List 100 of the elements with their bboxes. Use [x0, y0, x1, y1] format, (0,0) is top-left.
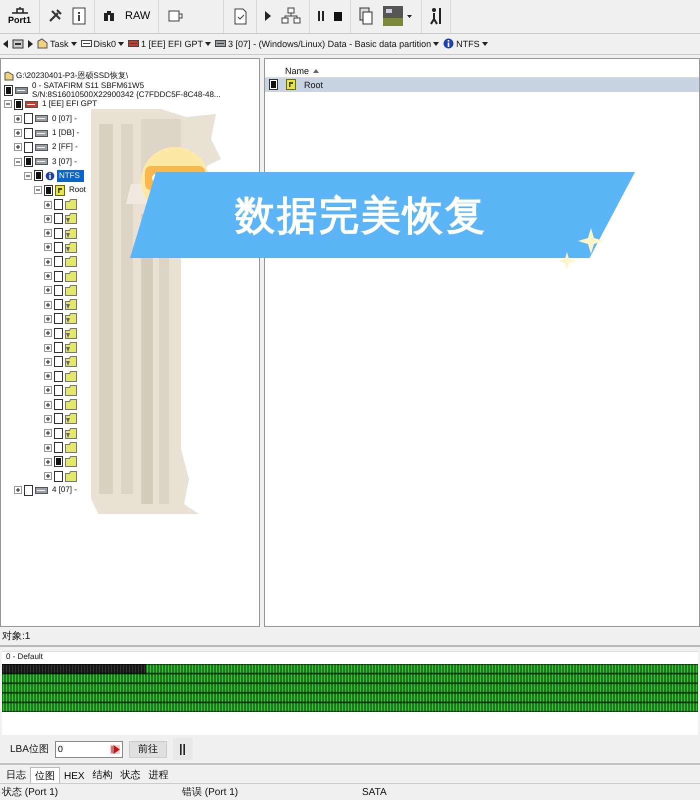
checkbox[interactable] — [14, 98, 23, 110]
expander-icon[interactable] — [44, 414, 52, 423]
checkbox[interactable] — [269, 79, 278, 90]
stop-icon[interactable] — [334, 12, 342, 21]
raw-button[interactable]: RAW — [125, 10, 150, 22]
tree-item[interactable]: 1 [DB] - — [50, 127, 82, 140]
checkbox[interactable] — [34, 170, 43, 182]
drive-icon[interactable] — [12, 38, 24, 50]
tab[interactable]: 进程 — [144, 767, 173, 783]
exit-icon[interactable] — [430, 7, 442, 26]
checkbox[interactable] — [24, 142, 33, 153]
expander-icon[interactable] — [44, 429, 52, 438]
checkbox[interactable] — [54, 356, 63, 368]
expander-icon[interactable] — [24, 172, 32, 180]
expander-icon[interactable] — [44, 300, 52, 309]
forward-icon[interactable] — [28, 40, 33, 48]
checkbox[interactable] — [44, 184, 53, 196]
checkbox[interactable] — [54, 428, 63, 439]
pause-button[interactable] — [172, 738, 193, 760]
breadcrumb-item[interactable]: Disk0 — [80, 38, 124, 49]
back-icon[interactable] — [3, 40, 8, 48]
tree-item[interactable]: 1 [EE] EFI GPT — [40, 98, 100, 110]
file-row[interactable]: Root — [265, 78, 699, 92]
image-dropdown-icon[interactable] — [383, 6, 414, 26]
expander-icon[interactable] — [34, 186, 42, 194]
expander-icon[interactable] — [44, 400, 52, 409]
checkbox[interactable] — [54, 456, 63, 468]
checkbox[interactable] — [4, 84, 13, 96]
checkbox[interactable] — [24, 156, 33, 168]
binoculars-icon[interactable] — [103, 10, 116, 22]
checkbox[interactable] — [54, 370, 63, 382]
expander-icon[interactable] — [44, 372, 52, 380]
pause-icon[interactable] — [318, 11, 324, 22]
column-header[interactable]: Name — [285, 66, 320, 76]
expander-icon[interactable] — [44, 258, 52, 266]
expander-icon[interactable] — [44, 200, 52, 209]
checkbox[interactable] — [54, 413, 63, 424]
tree-item[interactable]: Root — [67, 184, 88, 196]
checkbox[interactable] — [54, 242, 63, 253]
document-icon[interactable] — [72, 7, 86, 26]
expander-icon[interactable] — [44, 272, 52, 280]
checkbox[interactable] — [54, 313, 63, 324]
play-icon[interactable] — [265, 11, 272, 22]
tab[interactable]: 状态 — [116, 767, 145, 783]
expander-icon[interactable] — [44, 386, 52, 394]
checkbox[interactable] — [54, 213, 63, 224]
expander-icon[interactable] — [14, 114, 22, 123]
checkbox[interactable] — [54, 299, 63, 310]
expander-icon[interactable] — [44, 229, 52, 238]
tree-item[interactable]: NTFS — [57, 170, 84, 182]
breadcrumb-item[interactable]: NTFS — [443, 38, 488, 50]
expander-icon[interactable] — [44, 358, 52, 366]
tab[interactable]: HEX — [60, 770, 89, 783]
expander-icon[interactable] — [44, 243, 52, 252]
checkbox[interactable] — [54, 199, 63, 210]
breadcrumb-item[interactable]: Task — [37, 38, 77, 50]
tab[interactable]: 位图 — [30, 767, 60, 783]
expander-icon[interactable] — [4, 100, 12, 108]
checkbox[interactable] — [54, 384, 63, 396]
tree-item[interactable]: 2 [FF] - — [50, 141, 80, 154]
tab[interactable]: 结构 — [88, 767, 117, 783]
expander-icon[interactable] — [14, 129, 22, 138]
cup-icon[interactable] — [167, 8, 184, 24]
tab[interactable]: 日志 — [2, 767, 30, 783]
checkbox[interactable] — [54, 442, 63, 454]
checkbox[interactable] — [54, 328, 63, 339]
checkbox[interactable] — [24, 484, 33, 496]
copy-icon[interactable] — [359, 7, 374, 26]
tree-item[interactable]: 3 [07] - — [50, 156, 79, 168]
expander-icon[interactable] — [44, 444, 52, 452]
expander-icon[interactable] — [14, 486, 22, 494]
expander-icon[interactable] — [14, 143, 22, 152]
expander-icon[interactable] — [14, 158, 22, 166]
lba-field[interactable]: 0 — [54, 740, 123, 758]
checkbox[interactable] — [54, 270, 63, 282]
expander-icon[interactable] — [44, 329, 52, 338]
tree-item[interactable]: 4 [07] - — [50, 484, 79, 496]
breadcrumb-item[interactable]: 3 [07] - (Windows/Linux) Data - Basic data partition — [215, 38, 440, 49]
breadcrumb-item[interactable]: 1 [EE] EFI GPT — [128, 38, 212, 49]
checkbox[interactable] — [54, 228, 63, 239]
checkbox[interactable] — [24, 113, 33, 124]
clipboard-icon[interactable] — [232, 7, 248, 26]
tree-item[interactable]: 0 - SATAFIRM S11 SBFM61W5 S/N:8S16010500X22900342 {C7FDDC5F-8C48-48... — [30, 81, 249, 100]
network-icon[interactable] — [281, 7, 302, 26]
expander-icon[interactable] — [44, 458, 52, 466]
go-button[interactable]: 前往 — [128, 740, 167, 758]
port-button[interactable]: Port1 — [8, 7, 32, 26]
checkbox[interactable] — [54, 256, 63, 268]
checkbox[interactable] — [54, 399, 63, 410]
expander-icon[interactable] — [44, 472, 52, 480]
tree-item[interactable]: 0 [07] - — [50, 112, 79, 125]
expander-icon[interactable] — [44, 344, 52, 352]
tools-icon[interactable] — [48, 9, 62, 24]
checkbox[interactable] — [54, 284, 63, 296]
checkbox[interactable] — [54, 470, 63, 482]
expander-icon[interactable] — [44, 314, 52, 323]
checkbox[interactable] — [24, 128, 33, 139]
expander-icon[interactable] — [44, 214, 52, 223]
expander-icon[interactable] — [44, 286, 52, 294]
checkbox[interactable] — [54, 342, 63, 353]
